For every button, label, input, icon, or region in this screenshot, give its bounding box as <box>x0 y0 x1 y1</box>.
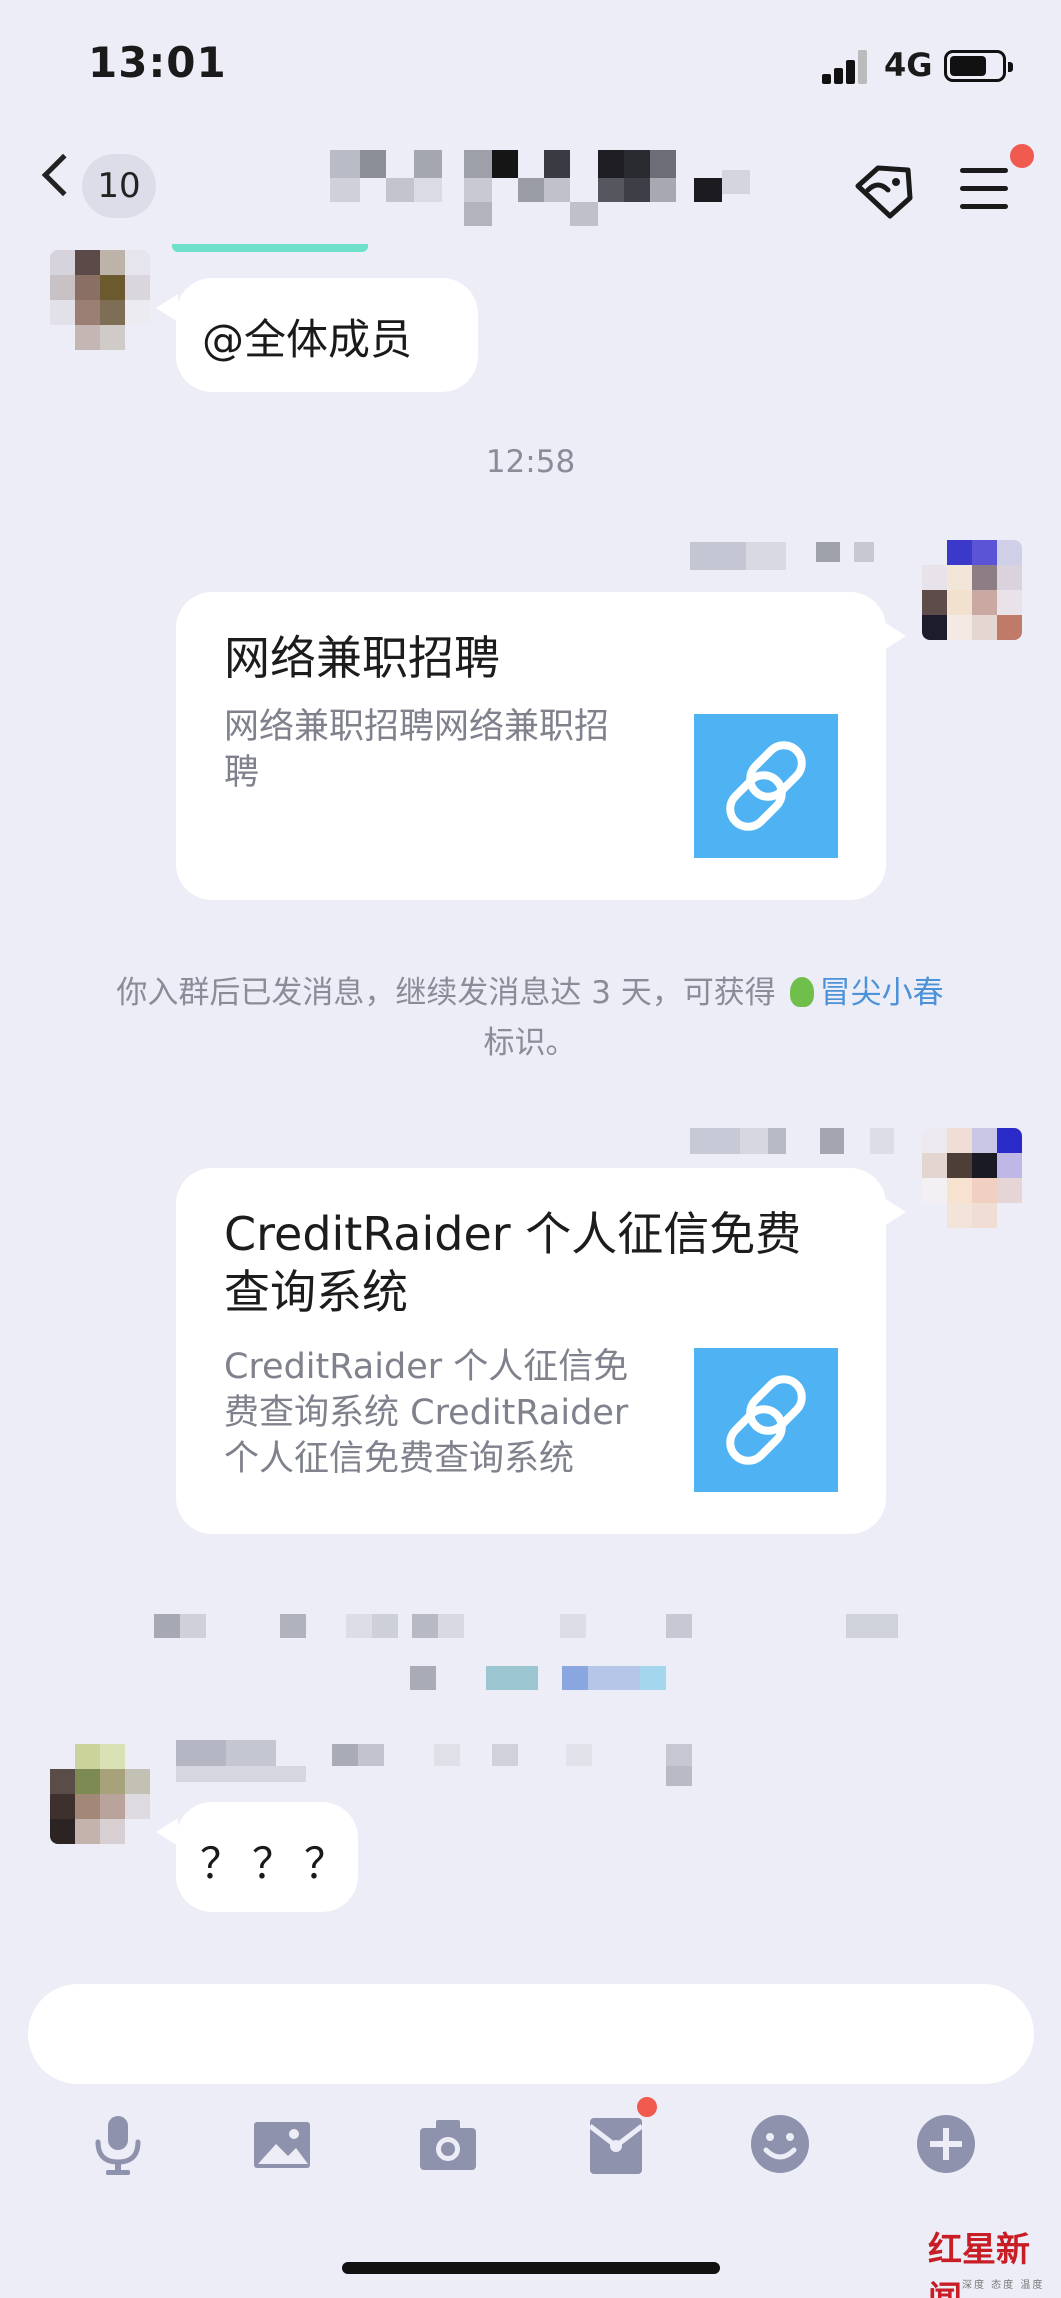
network-type: 4G <box>884 46 933 84</box>
question-message[interactable]: ？？？ <box>156 1802 358 1912</box>
message-text: ？？？ <box>200 1839 357 1888</box>
notice-link[interactable]: 冒尖小春 <box>820 975 944 1011</box>
message-timestamp: 12:58 <box>485 444 576 480</box>
image-icon[interactable] <box>250 2112 314 2176</box>
red-packet-icon[interactable] <box>584 2112 648 2176</box>
sender-name-redacted <box>176 1740 816 1790</box>
battery-icon <box>944 50 1013 82</box>
sprout-icon <box>789 977 814 1007</box>
camera-icon[interactable] <box>416 2112 480 2176</box>
message-text: @全体成员 <box>202 315 413 364</box>
avatar[interactable] <box>922 1128 1022 1228</box>
cellular-signal-icon <box>822 48 868 84</box>
link-thumbnail <box>694 1348 838 1492</box>
link-thumbnail <box>694 714 838 858</box>
notice-text: 你入群后已发消息，继续发消息达 3 天，可获得 <box>116 975 776 1011</box>
microphone-icon[interactable] <box>86 2112 150 2176</box>
avatar[interactable] <box>50 1744 150 1844</box>
notice-text-end: 标识。 <box>483 1025 577 1061</box>
sender-name-redacted <box>690 1126 900 1160</box>
avatar[interactable] <box>50 250 150 350</box>
menu-icon[interactable] <box>960 168 1008 210</box>
back-chevron-icon[interactable] <box>41 153 85 197</box>
watermark-subtitle: 深度 态度 温度 <box>962 2280 1045 2291</box>
previous-message-edge <box>172 244 368 252</box>
plus-icon[interactable] <box>914 2112 978 2176</box>
chat-title-redacted <box>330 150 750 230</box>
unread-count-badge[interactable]: 10 <box>82 154 156 218</box>
card-title: 网络兼职招聘 <box>224 631 500 685</box>
card-description: CreditRaider 个人征信免费查询系统 CreditRaider 个人征… <box>224 1347 629 1479</box>
watermark-logo: 红星新闻 深度 态度 温度 <box>922 2222 1060 2298</box>
redacted-system-message <box>100 1610 980 1694</box>
status-time: 13:01 <box>88 38 227 87</box>
card-description: 网络兼职招聘网络兼职招聘 <box>224 707 610 793</box>
at-all-message[interactable]: @全体成员 <box>156 278 478 392</box>
home-indicator[interactable] <box>342 2262 720 2274</box>
group-tag-icon[interactable] <box>852 162 916 220</box>
message-input[interactable] <box>28 1984 1034 2084</box>
sender-name-redacted <box>690 538 890 572</box>
card-title-line1: CreditRaider 个人征信免费 <box>224 1207 802 1261</box>
link-icon <box>726 1375 806 1465</box>
link-card-message[interactable]: 网络兼职招聘 网络兼职招聘网络兼职招聘 <box>176 592 906 900</box>
card-title-line2: 查询系统 <box>224 1265 408 1319</box>
notification-dot <box>1010 144 1034 168</box>
system-notice: 你入群后已发消息，继续发消息达 3 天，可获得 冒尖小春 标识。 <box>60 968 1000 1068</box>
avatar[interactable] <box>922 540 1022 640</box>
link-card-message[interactable]: CreditRaider 个人征信免费 查询系统 CreditRaider 个人… <box>176 1168 906 1534</box>
link-icon <box>726 741 806 831</box>
red-packet-badge <box>634 2094 660 2120</box>
emoji-icon[interactable] <box>748 2112 812 2176</box>
